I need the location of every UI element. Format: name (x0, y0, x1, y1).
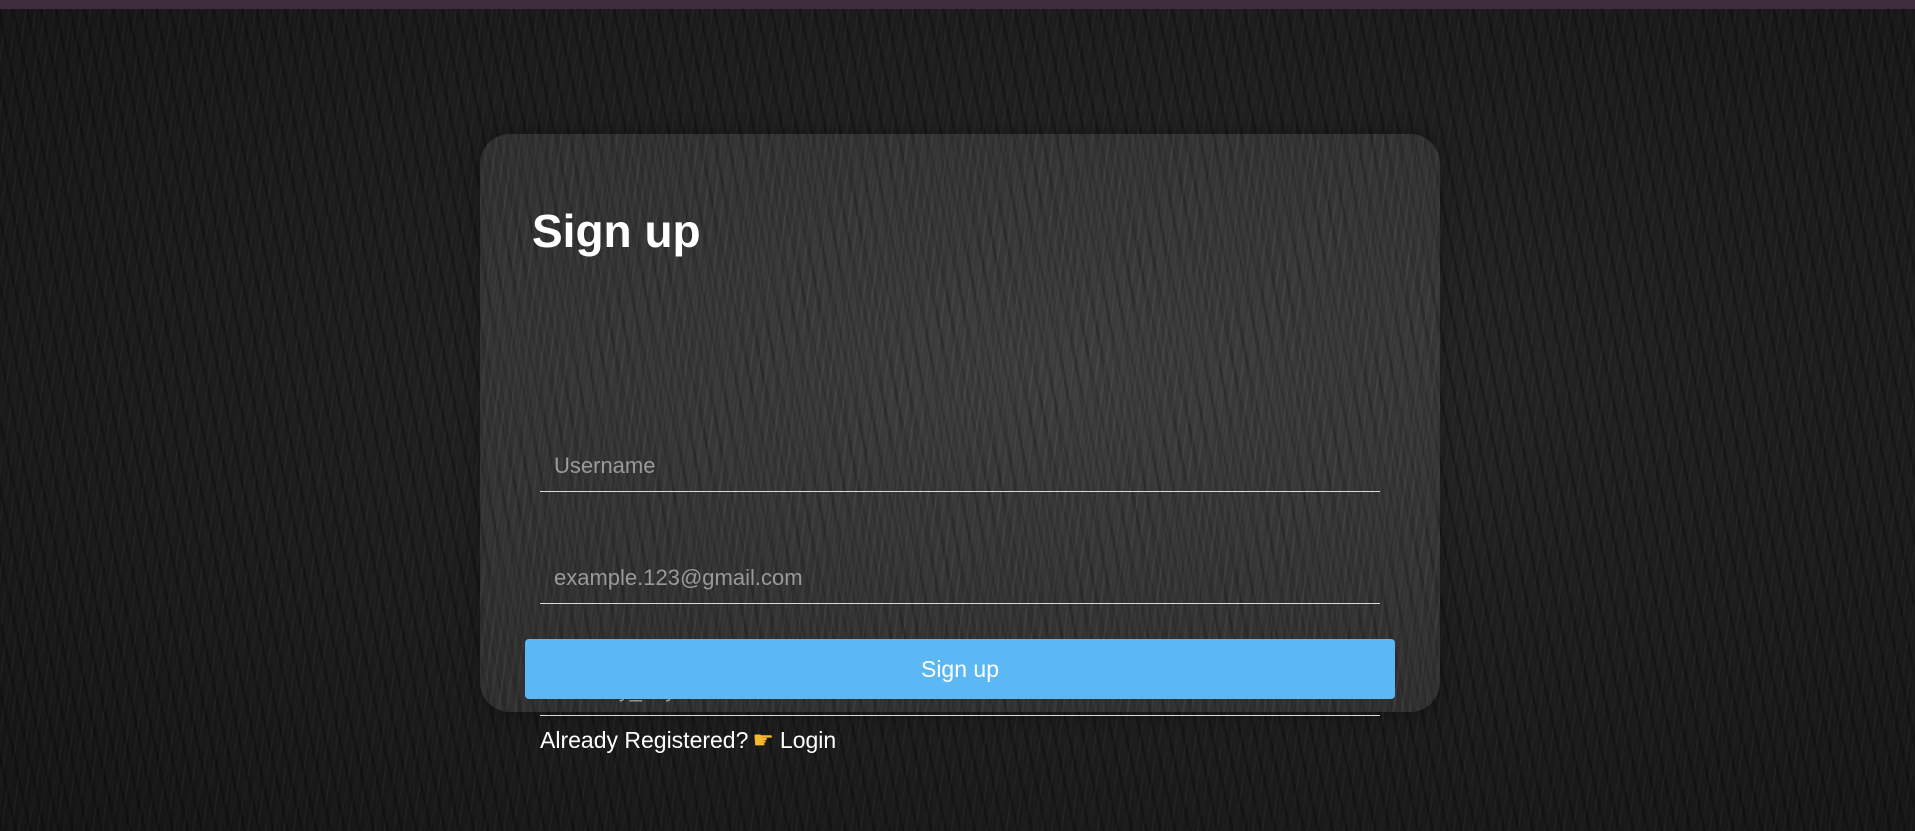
email-input[interactable] (540, 552, 1380, 604)
page-title: Sign up (532, 205, 701, 257)
login-link[interactable]: Login (780, 727, 836, 754)
signup-button[interactable]: Sign up (525, 639, 1395, 699)
signup-card: Sign up (480, 134, 1440, 716)
already-registered-text: Already Registered? (540, 726, 749, 753)
pointing-right-hand-icon: ☛ (752, 726, 774, 754)
top-bar (0, 0, 1915, 9)
login-prompt: Already Registered? ☛ Login (540, 726, 836, 754)
username-input[interactable] (540, 440, 1380, 492)
